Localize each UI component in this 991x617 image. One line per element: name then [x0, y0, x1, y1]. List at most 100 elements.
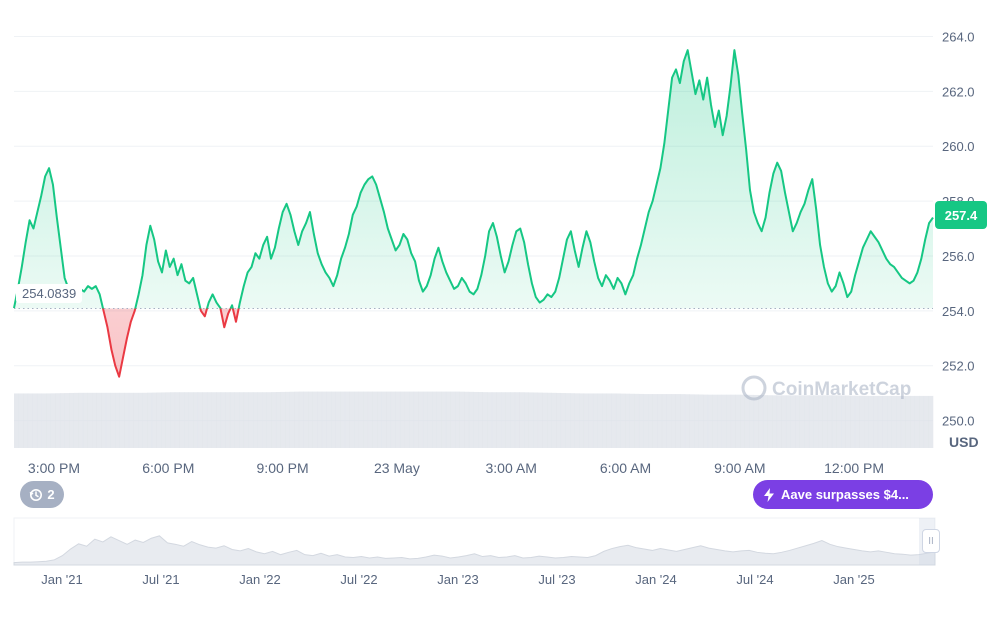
volume-bar	[317, 391, 323, 448]
volume-bar	[50, 393, 56, 448]
volume-bar	[197, 392, 203, 448]
volume-bar	[717, 394, 722, 448]
volume-bar	[684, 394, 690, 448]
volume-bar	[464, 391, 470, 448]
volume-bar	[850, 395, 856, 448]
volume-bar	[202, 392, 208, 448]
volume-bar	[597, 393, 603, 448]
volume-bar	[285, 391, 290, 448]
volume-bar	[147, 392, 153, 448]
volume-bar	[390, 391, 396, 448]
volume-bar	[331, 391, 336, 448]
volume-bar	[468, 391, 474, 448]
price-area-down	[14, 308, 933, 377]
volume-bar	[32, 393, 38, 448]
history-button[interactable]: 2	[20, 481, 64, 508]
volume-bar	[661, 394, 667, 448]
navigator-handle[interactable]: II	[922, 529, 940, 553]
volume-bar	[105, 392, 111, 448]
volume-bar	[795, 395, 801, 448]
volume-bar	[505, 392, 511, 448]
volume-bar	[427, 391, 433, 448]
volume-bar	[399, 391, 405, 448]
volume-bar	[358, 391, 364, 448]
y-tick-label-6: 252.0	[942, 359, 975, 374]
volume-bar	[110, 392, 116, 448]
news-event-badge[interactable]: Aave surpasses $4...	[753, 480, 933, 509]
volume-bar	[436, 391, 442, 448]
navigator-x-label-6: Jan '24	[635, 572, 677, 587]
volume-bar	[854, 395, 860, 448]
volume-bar	[749, 394, 755, 448]
x-tick-label-3: 23 May	[374, 460, 420, 476]
volume-bar	[634, 393, 640, 448]
volume-bar	[804, 395, 810, 448]
volume-bar	[459, 391, 465, 448]
volume-bar	[556, 392, 562, 448]
volume-bar	[82, 392, 88, 448]
volume-bar	[119, 392, 125, 448]
x-tick-label-2: 9:00 PM	[257, 460, 309, 476]
volume-bar	[579, 393, 585, 448]
volume-bar	[124, 392, 130, 448]
volume-bar	[377, 391, 382, 448]
volume-bar	[514, 392, 520, 448]
volume-bar	[271, 392, 277, 448]
volume-bar	[891, 395, 897, 448]
volume-bar	[574, 393, 580, 448]
volume-bar	[896, 395, 902, 448]
volume-bar	[455, 391, 461, 448]
volume-bar	[721, 394, 727, 448]
price-line-down	[101, 308, 240, 378]
volume-bar	[519, 392, 525, 448]
x-tick-label-6: 9:00 AM	[714, 460, 765, 476]
navigator-x-label-2: Jan '22	[239, 572, 281, 587]
volume-bar	[740, 394, 745, 448]
volume-bar	[827, 395, 833, 448]
volume-bar	[340, 391, 346, 448]
volume-bar	[648, 394, 654, 448]
volume-bar	[275, 392, 281, 448]
volume-bar	[349, 391, 355, 448]
volume-bar	[404, 391, 410, 448]
volume-bar	[776, 395, 782, 448]
volume-bar	[165, 392, 171, 448]
volume-bar	[96, 392, 102, 448]
volume-bar	[445, 391, 451, 448]
volume-bar	[873, 395, 879, 448]
y-tick-label-5: 254.0	[942, 304, 975, 319]
volume-bar	[151, 392, 157, 448]
volume-bar	[491, 392, 497, 448]
volume-bar	[266, 392, 272, 448]
volume-bar	[657, 394, 663, 448]
volume-bar	[220, 392, 226, 448]
volume-bar	[395, 391, 401, 448]
volume-bar	[234, 392, 240, 448]
volume-bar	[478, 392, 483, 448]
volume-bar	[675, 394, 681, 448]
volume-bar	[919, 395, 925, 448]
volume-bar	[822, 395, 828, 448]
volume-bar	[887, 395, 892, 448]
volume-bar	[813, 395, 819, 448]
volume-bar	[900, 395, 906, 448]
volume-bar	[524, 392, 529, 448]
reference-price-label: 254.0839	[16, 284, 83, 303]
volume-bar	[845, 395, 851, 448]
volume-bar	[294, 391, 300, 448]
volume-bar	[781, 395, 787, 448]
volume-bar	[229, 392, 235, 448]
volume-bar	[703, 394, 709, 448]
navigator-x-label-4: Jan '23	[437, 572, 479, 587]
volume-bar	[882, 395, 888, 448]
y-tick-label-2: 260.0	[942, 139, 975, 154]
navigator-x-label-3: Jul '22	[340, 572, 377, 587]
navigator-x-label-7: Jul '24	[736, 572, 773, 587]
navigator-x-label-5: Jul '23	[538, 572, 575, 587]
y-tick-label-0: 264.0	[942, 29, 975, 44]
volume-bar	[363, 391, 369, 448]
volume-bar	[239, 392, 245, 448]
volume-bar	[128, 392, 134, 448]
volume-bar	[818, 395, 824, 448]
volume-bar	[211, 392, 217, 448]
